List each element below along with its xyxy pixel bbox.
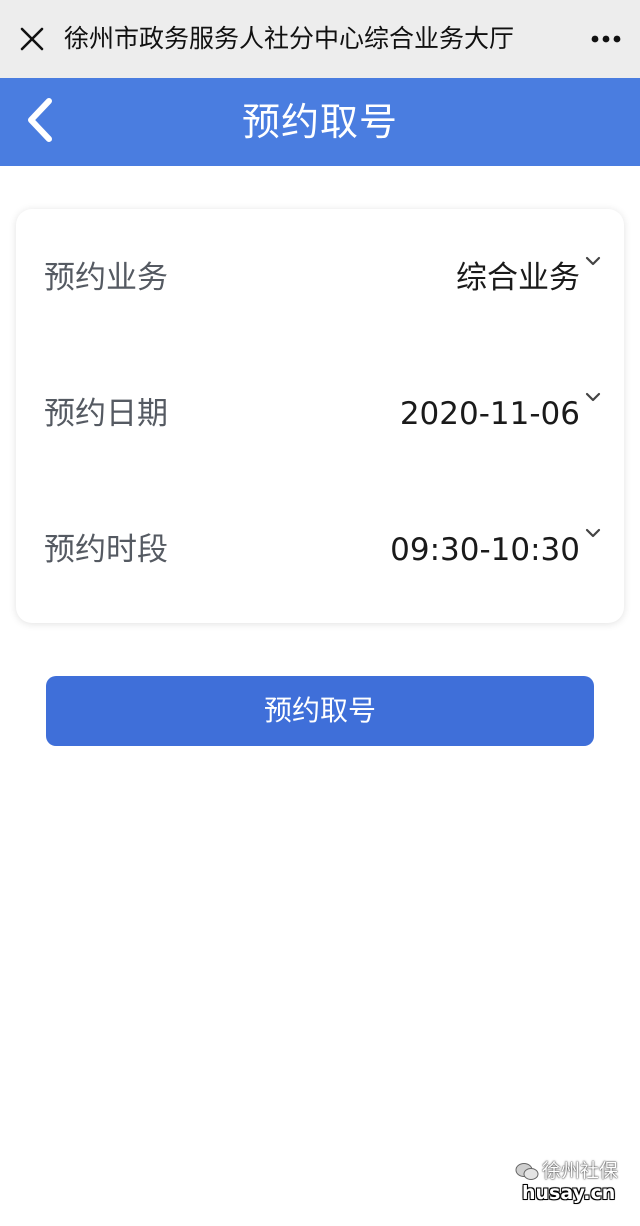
date-label: 预约日期	[44, 396, 168, 432]
more-dots-icon[interactable]	[586, 19, 626, 59]
service-value-wrap[interactable]: 综合业务	[456, 233, 604, 323]
close-icon[interactable]	[12, 19, 52, 59]
time-slot-select[interactable]: 预约时段 09:30-10:30	[16, 505, 624, 595]
time-slot-value-wrap[interactable]: 09:30-10:30	[390, 505, 604, 595]
service-select[interactable]: 预约业务 综合业务	[16, 233, 624, 323]
service-value: 综合业务	[456, 260, 580, 296]
wechat-logo-icon	[514, 1162, 540, 1182]
time-slot-value: 09:30-10:30	[390, 532, 580, 568]
date-value-wrap[interactable]: 2020-11-06	[400, 369, 604, 459]
wechat-top-bar: 徐州市政务服务人社分中心综合业务大厅	[0, 0, 640, 78]
chevron-down-icon	[582, 386, 604, 408]
app-header: 预约取号	[0, 78, 640, 166]
book-number-button[interactable]: 预约取号	[46, 676, 594, 746]
appointment-form-card: 预约业务 综合业务 预约日期 2020-11-06 预约时段 09:30-10:…	[16, 209, 624, 623]
chevron-down-icon	[582, 522, 604, 544]
date-value: 2020-11-06	[399, 396, 580, 432]
page: 徐州市政务服务人社分中心综合业务大厅 预约取号 预约业务 综合业务 预约日期 2…	[0, 0, 640, 1226]
watermark-line1: 徐州社保	[542, 1160, 619, 1182]
watermark-line2: husay.cn	[522, 1182, 616, 1204]
watermark: 徐州社保 husay.cn	[514, 1156, 624, 1216]
date-select[interactable]: 预约日期 2020-11-06	[16, 369, 624, 459]
chevron-down-icon	[582, 250, 604, 272]
wechat-page-title: 徐州市政务服务人社分中心综合业务大厅	[64, 24, 515, 53]
back-button[interactable]	[14, 96, 66, 148]
service-label: 预约业务	[44, 260, 168, 296]
chevron-left-icon	[25, 97, 55, 147]
page-title: 预约取号	[241, 100, 398, 144]
time-slot-label: 预约时段	[44, 532, 168, 568]
